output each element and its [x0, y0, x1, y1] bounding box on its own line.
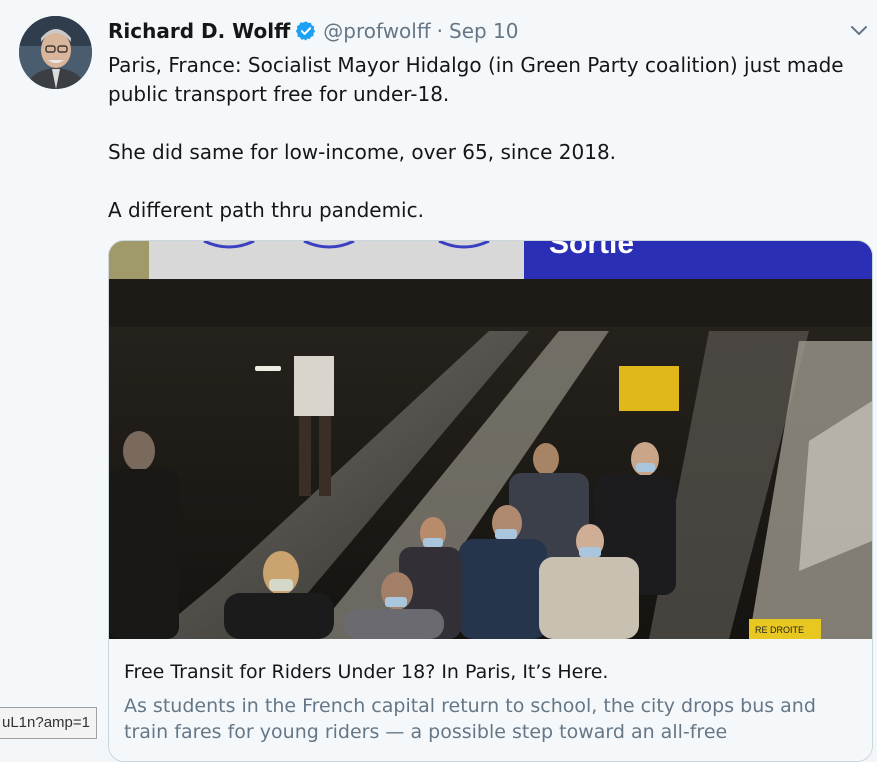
status-bar-url: uL1n?amp=1: [0, 707, 97, 739]
separator-dot: ·: [436, 19, 443, 43]
tweet-header: Richard D. Wolff @profwolff · Sep 10: [108, 17, 519, 45]
tweet-date[interactable]: Sep 10: [449, 19, 519, 43]
avatar-photo: [19, 16, 92, 89]
tweet-paragraph: A different path thru pandemic.: [108, 198, 424, 222]
author-handle[interactable]: @profwolff: [323, 19, 430, 43]
author-name[interactable]: Richard D. Wolff: [108, 19, 290, 43]
floor-sign-text: RE DROITE: [755, 625, 804, 635]
avatar[interactable]: [19, 16, 92, 89]
card-description: As students in the French capital return…: [124, 695, 816, 743]
card-title[interactable]: Free Transit for Riders Under 18? In Par…: [124, 661, 608, 683]
link-card[interactable]: Sortie RE DROITE Free Transit for Riders…: [108, 240, 873, 762]
tweet-paragraph: She did same for low-income, over 65, si…: [108, 140, 617, 164]
card-image[interactable]: Sortie RE DROITE: [109, 241, 872, 639]
tweet-paragraph: Paris, France: Socialist Mayor Hidalgo (…: [108, 53, 844, 106]
verified-badge-icon: [295, 20, 317, 42]
sign-text: Sortie: [549, 241, 634, 260]
chevron-down-icon[interactable]: [849, 20, 869, 40]
tweet-text: Paris, France: Socialist Mayor Hidalgo (…: [108, 51, 860, 225]
tweet[interactable]: Richard D. Wolff @profwolff · Sep 10 Par…: [0, 0, 877, 762]
